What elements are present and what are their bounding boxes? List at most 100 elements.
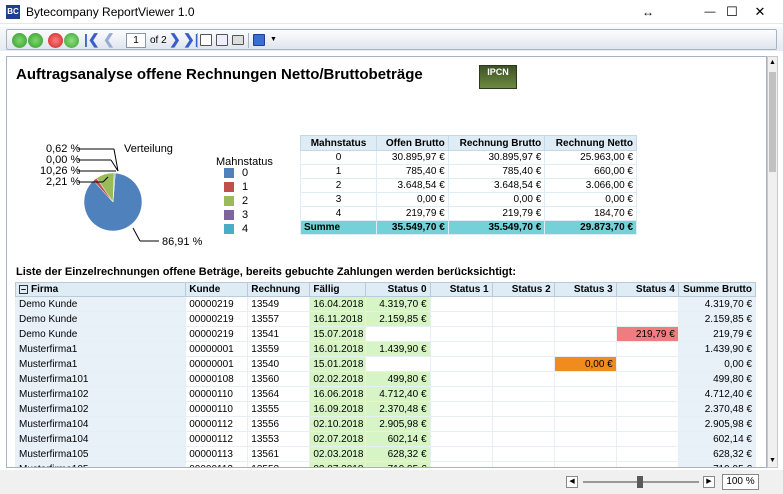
table-cell: 13556 (247, 416, 311, 432)
next-page-icon[interactable]: ❯ (169, 31, 181, 48)
table-cell (615, 341, 679, 357)
summary-row: 1 785,40 €785,40 €660,00 € (300, 164, 637, 179)
page-setup-icon[interactable] (216, 34, 228, 46)
table-cell: 13561 (247, 446, 311, 462)
table-row[interactable]: Musterfirma105000001131355202.07.2018719… (14, 461, 757, 467)
table-cell (429, 326, 493, 342)
first-page-icon[interactable]: |❮ (84, 31, 100, 48)
forward-icon[interactable] (28, 33, 43, 48)
legend-label: 4 (242, 223, 249, 235)
table-row[interactable]: Demo Kunde 00000219 13541 15.07.2018 219,79 … (14, 326, 757, 342)
table-row[interactable]: Musterfirma104 00000112 13553 02.07.2018 602… (14, 431, 757, 447)
vertical-scrollbar[interactable]: ▲ ▼ (767, 56, 778, 468)
table-cell (491, 446, 555, 462)
zoom-slider-thumb[interactable] (637, 476, 643, 488)
summary-row: 4 219,79 €219,79 €184,70 € (300, 206, 637, 221)
table-cell: 719,95 € (365, 461, 431, 467)
table-cell (615, 356, 679, 372)
table-cell (429, 371, 493, 387)
stop-icon[interactable] (48, 33, 63, 48)
table-cell: 2.159,85 € (365, 311, 431, 327)
print-layout-icon[interactable] (200, 34, 212, 46)
legend-swatch (224, 168, 234, 178)
print-icon[interactable] (232, 35, 244, 45)
table-row[interactable]: Demo Kunde 00000219 13549 16.04.2018 4.319,7… (14, 296, 757, 312)
table-row[interactable]: Musterfirma1 00000001 13540 15.01.2018 0,00 … (14, 356, 757, 372)
table-row[interactable]: Musterfirma101 00000108 13560 02.02.2018 499… (14, 371, 757, 387)
close-button[interactable]: ✕ (737, 0, 783, 24)
table-cell (491, 326, 555, 342)
back-icon[interactable] (12, 33, 27, 48)
table-cell: 16.06.2018 (309, 386, 367, 402)
list-title: Liste der Einzelrechnungen offene Beträg… (16, 266, 516, 278)
table-row[interactable]: Musterfirma1 00000001 13559 16.01.2018 1.439… (14, 341, 757, 357)
summary-cell: 184,70 € (544, 206, 637, 221)
table-cell: 00000112 (185, 431, 249, 447)
summary-cell: 1 (300, 164, 377, 179)
report-viewport: Auftragsanalyse offene Rechnungen Netto/… (6, 56, 767, 468)
save-dropdown-icon[interactable]: ▼ (270, 36, 277, 43)
table-cell (615, 446, 679, 462)
table-cell: 0,00 € (553, 356, 617, 372)
scroll-down-icon[interactable]: ▼ (768, 455, 777, 467)
window-title: Bytecompany ReportViewer 1.0 (26, 5, 195, 19)
zoom-level-field[interactable]: 100 % (722, 474, 759, 490)
column-header: Rechnung Netto (544, 135, 637, 151)
table-row[interactable]: Musterfirma102 00000110 13564 16.06.2018 4.7… (14, 386, 757, 402)
summary-cell: 785,40 € (376, 164, 449, 179)
summary-cell: 30.895,97 € (447, 150, 546, 165)
page-number-input[interactable]: 1 (126, 33, 146, 48)
table-cell (429, 416, 493, 432)
table-cell: 15.01.2018 (309, 356, 367, 372)
resize-icon[interactable]: ↔ (625, 0, 671, 24)
save-icon[interactable] (253, 34, 265, 46)
table-cell (491, 461, 555, 467)
table-cell: 02.10.2018 (309, 416, 367, 432)
table-cell (491, 341, 555, 357)
table-cell (553, 371, 617, 387)
column-header: Rechnung Brutto (447, 135, 546, 151)
summary-cell: 660,00 € (544, 164, 637, 179)
column-header: Status 0 (365, 282, 431, 297)
summary-cell: 30.895,97 € (376, 150, 449, 165)
table-cell (429, 386, 493, 402)
legend-swatch (224, 224, 234, 234)
page-count-label: of 2 (150, 35, 167, 46)
summary-cell: 219,79 € (447, 206, 546, 221)
table-cell: 02.07.2018 (309, 461, 367, 467)
collapse-icon[interactable]: – (19, 284, 28, 294)
table-row[interactable]: Musterfirma102 00000110 13555 16.09.2018 2.3… (14, 401, 757, 417)
table-cell: 4.712,40 € (677, 386, 757, 402)
table-cell (491, 296, 555, 312)
refresh-icon[interactable] (64, 33, 79, 48)
table-row[interactable]: Musterfirma104 00000112 13556 02.10.2018 2.9… (14, 416, 757, 432)
table-cell (553, 296, 617, 312)
column-header: Mahnstatus (300, 135, 377, 151)
previous-page-icon[interactable]: ❮ (103, 31, 115, 48)
table-cell: 15.07.2018 (309, 326, 367, 342)
table-cell (429, 431, 493, 447)
table-cell: 00000108 (185, 371, 249, 387)
summary-cell: 785,40 € (447, 164, 546, 179)
column-header: Fällig (309, 282, 367, 297)
summary-cell: 0,00 € (376, 192, 449, 207)
zoom-in-icon[interactable]: ▶ (703, 476, 715, 488)
table-cell: 2.159,85 € (677, 311, 757, 327)
table-cell: 4.319,70 € (677, 296, 757, 312)
table-cell: 219,79 € (677, 326, 757, 342)
table-cell: 13549 (247, 296, 311, 312)
table-cell: 02.07.2018 (309, 431, 367, 447)
table-row[interactable]: Musterfirma105 00000113 13561 02.03.2018 628… (14, 446, 757, 462)
table-cell: 00000219 (185, 326, 249, 342)
table-cell: 628,32 € (365, 446, 431, 462)
zoom-out-icon[interactable]: ◀ (566, 476, 578, 488)
scroll-up-icon[interactable]: ▲ (768, 57, 777, 69)
toolbar-separator (197, 33, 198, 48)
table-cell: Musterfirma102 (14, 401, 187, 417)
scrollbar-thumb[interactable] (769, 72, 776, 172)
legend-swatch (224, 196, 234, 206)
table-cell (553, 446, 617, 462)
table-row[interactable]: Demo Kunde 00000219 13557 16.11.2018 2.159,8… (14, 311, 757, 327)
column-header: Status 3 (553, 282, 617, 297)
column-header-firma[interactable]: – Firma (14, 282, 187, 297)
